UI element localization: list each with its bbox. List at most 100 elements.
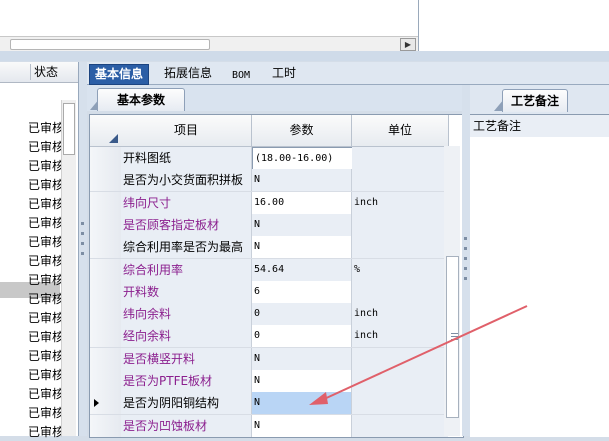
row-indicator[interactable] bbox=[90, 370, 122, 392]
splitter-grip bbox=[81, 232, 84, 235]
cell-item: 开料数 bbox=[121, 280, 252, 303]
corner-triangle-icon bbox=[109, 134, 118, 143]
row-indicator[interactable] bbox=[90, 236, 122, 259]
cell-unit[interactable] bbox=[352, 347, 448, 370]
row-indicator[interactable] bbox=[90, 169, 122, 192]
list-item-status[interactable]: 已审核 bbox=[28, 366, 62, 384]
grid-row[interactable]: 综合利用率是否为最高 N bbox=[90, 236, 448, 260]
cell-unit[interactable] bbox=[352, 213, 448, 236]
grid-row[interactable]: 是否为PTFE板材 N bbox=[90, 370, 448, 393]
cell-unit[interactable] bbox=[352, 169, 448, 192]
scrollbar-thumb[interactable] bbox=[63, 103, 75, 155]
list-item-status[interactable]: 已审核 bbox=[28, 233, 62, 251]
cell-item: 纬向尺寸 bbox=[121, 191, 252, 214]
column-header-item[interactable]: 项目 bbox=[121, 115, 252, 147]
tab-basic-info[interactable]: 基本信息 bbox=[89, 64, 150, 85]
cell-unit[interactable]: inch bbox=[352, 303, 448, 326]
row-indicator[interactable] bbox=[90, 258, 122, 281]
row-indicator[interactable] bbox=[90, 347, 122, 370]
cell-param[interactable]: 54.64 bbox=[252, 258, 352, 281]
row-indicator[interactable] bbox=[90, 147, 122, 169]
list-item-status[interactable]: 已审核 bbox=[28, 423, 62, 441]
scroll-right-icon[interactable]: ▶ bbox=[400, 38, 416, 51]
cell-param[interactable]: N bbox=[252, 392, 352, 415]
row-indicator[interactable] bbox=[90, 392, 122, 415]
tab-process-notes[interactable]: 工艺备注 bbox=[502, 89, 568, 112]
list-item-status[interactable]: 已审核 bbox=[28, 252, 62, 270]
cell-unit[interactable]: inch bbox=[352, 325, 448, 348]
cell-param[interactable]: N bbox=[252, 414, 352, 437]
row-indicator[interactable] bbox=[90, 213, 122, 236]
grid-row[interactable]: 纬向尺寸 16.00 inch bbox=[90, 191, 448, 215]
cell-param[interactable]: N bbox=[252, 347, 352, 370]
tab-bom[interactable]: BOM bbox=[227, 66, 255, 85]
row-indicator[interactable] bbox=[90, 303, 122, 326]
cell-param[interactable]: 0 bbox=[252, 325, 352, 348]
column-header-param[interactable]: 参数 bbox=[252, 115, 352, 147]
splitter-grip bbox=[81, 222, 84, 225]
tab-extended-info[interactable]: 拓展信息 bbox=[159, 64, 217, 83]
list-item-status[interactable]: 已审核 bbox=[28, 309, 62, 327]
grid-vertical-scrollbar[interactable] bbox=[444, 146, 460, 436]
cell-param[interactable]: N bbox=[252, 169, 352, 192]
column-header-unit[interactable]: 单位 bbox=[352, 115, 449, 147]
cell-param[interactable]: N bbox=[252, 213, 352, 236]
row-indicator[interactable] bbox=[90, 280, 122, 303]
cell-unit[interactable]: % bbox=[352, 258, 448, 281]
cell-unit[interactable] bbox=[352, 414, 448, 437]
list-item-status[interactable]: 已审核 bbox=[28, 214, 62, 232]
horizontal-scrollbar[interactable]: ▶ bbox=[0, 36, 418, 52]
list-item-status[interactable]: 已审核 bbox=[28, 404, 62, 422]
splitter-grip bbox=[464, 267, 467, 270]
list-item-status[interactable]: 已审核 bbox=[28, 290, 62, 308]
grid-row[interactable]: 开料图纸 (18.00-16.00) bbox=[90, 147, 448, 171]
row-indicator[interactable] bbox=[90, 414, 122, 437]
cell-param[interactable]: 16.00 bbox=[252, 191, 352, 214]
list-item-status[interactable]: 已审核 bbox=[28, 385, 62, 403]
cell-unit[interactable] bbox=[352, 147, 448, 169]
list-item-status[interactable]: 已审核 bbox=[28, 157, 62, 175]
grid-row[interactable]: 是否为小交货面积拼板 N bbox=[90, 169, 448, 193]
grid-row[interactable]: 是否顾客指定板材 N bbox=[90, 213, 448, 237]
column-header-status[interactable]: 状态 bbox=[30, 64, 58, 80]
grid-row[interactable]: 综合利用率 54.64% bbox=[90, 258, 448, 282]
cell-unit[interactable] bbox=[352, 370, 448, 392]
cell-item: 是否横竖开料 bbox=[121, 347, 252, 370]
grid-row[interactable]: 是否为阴阳铜结构 N bbox=[90, 392, 448, 416]
row-indicator[interactable] bbox=[90, 191, 122, 214]
list-item-status[interactable]: 已审核 bbox=[28, 119, 62, 137]
cell-param[interactable]: N bbox=[252, 370, 352, 392]
grid-row[interactable]: 经向余料 0 inch bbox=[90, 325, 448, 349]
left-splitter[interactable] bbox=[79, 62, 87, 436]
splitter-grip bbox=[464, 247, 467, 250]
list-item-status[interactable]: 已审核 bbox=[28, 195, 62, 213]
left-vertical-scrollbar[interactable] bbox=[61, 100, 76, 436]
cell-unit[interactable] bbox=[352, 236, 448, 259]
scrollbar-thumb[interactable] bbox=[10, 39, 210, 50]
cell-unit[interactable] bbox=[352, 392, 448, 415]
process-notes-body[interactable]: 工艺备注 bbox=[470, 114, 609, 437]
right-splitter[interactable] bbox=[462, 85, 470, 436]
grid-row[interactable]: 是否横竖开料 N bbox=[90, 347, 448, 371]
list-item-status[interactable]: 已审核 bbox=[28, 176, 62, 194]
list-item-status[interactable]: 已审核 bbox=[28, 328, 62, 346]
grid-row[interactable]: 开料数 6 bbox=[90, 280, 448, 304]
tab-basic-params[interactable]: 基本参数 bbox=[97, 88, 185, 111]
list-item-status[interactable]: 已审核 bbox=[28, 347, 62, 365]
cell-param[interactable]: 0 bbox=[252, 303, 352, 326]
row-indicator[interactable] bbox=[90, 325, 122, 348]
cell-param[interactable]: (18.00-16.00) bbox=[252, 147, 353, 171]
grid-row[interactable]: 是否为凹蚀板材 N bbox=[90, 414, 448, 437]
main-tab-bar: 基本信息 拓展信息 BOM 工时 bbox=[87, 62, 609, 85]
list-item-status[interactable]: 已审核 bbox=[28, 138, 62, 156]
cell-param[interactable]: N bbox=[252, 236, 352, 259]
list-item-status[interactable]: 已审核 bbox=[28, 271, 62, 289]
cell-param[interactable]: 6 bbox=[252, 280, 352, 303]
tab-work-hours[interactable]: 工时 bbox=[267, 64, 301, 83]
grid-corner[interactable] bbox=[90, 115, 122, 147]
scrollbar-thumb[interactable] bbox=[446, 256, 459, 418]
grid-row[interactable]: 纬向余料 0 inch bbox=[90, 303, 448, 327]
cell-unit[interactable]: inch bbox=[352, 191, 448, 214]
cell-unit[interactable] bbox=[352, 280, 448, 303]
left-list-header: 状态 bbox=[0, 62, 78, 83]
